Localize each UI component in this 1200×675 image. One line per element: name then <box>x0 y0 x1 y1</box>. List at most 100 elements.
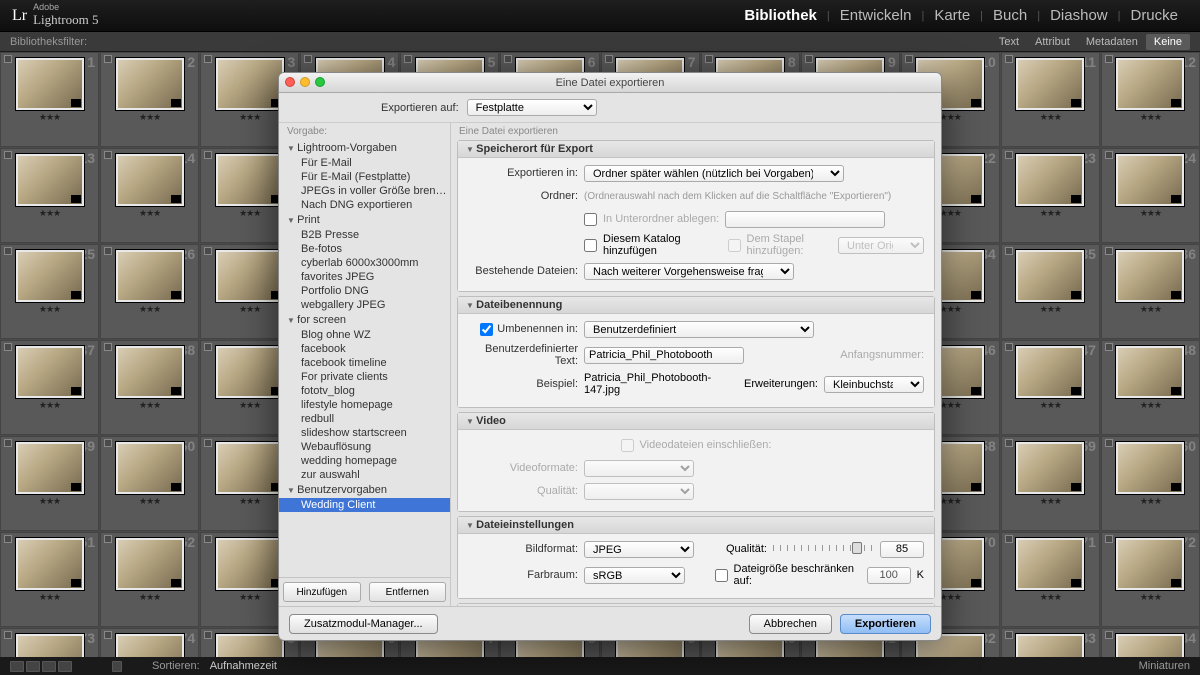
thumbnail-cell[interactable]: 49★★★ <box>0 436 99 531</box>
thumbnail-image[interactable] <box>216 442 284 494</box>
pick-flag-icon[interactable] <box>1005 631 1013 639</box>
thumbnail-cell[interactable]: 59★★★ <box>1001 436 1100 531</box>
preset-item[interactable]: cyberlab 6000x3000mm <box>279 256 450 270</box>
pick-flag-icon[interactable] <box>204 631 212 639</box>
pick-flag-icon[interactable] <box>705 55 713 63</box>
pick-flag-icon[interactable] <box>1105 247 1113 255</box>
preset-list[interactable]: Lightroom-VorgabenFür E-MailFür E-Mail (… <box>279 140 450 577</box>
pick-flag-icon[interactable] <box>4 631 12 639</box>
rename-select[interactable]: Benutzerdefiniert <box>584 321 814 338</box>
pick-flag-icon[interactable] <box>4 55 12 63</box>
rating-stars[interactable]: ★★★ <box>1140 496 1161 507</box>
rating-stars[interactable]: ★★★ <box>239 304 260 315</box>
thumbnail-cell[interactable]: 24★★★ <box>1101 148 1200 243</box>
thumbnail-cell[interactable]: 11★★★ <box>1001 52 1100 147</box>
rating-stars[interactable]: ★★★ <box>1040 400 1061 411</box>
thumbnail-cell[interactable]: 60★★★ <box>1101 436 1200 531</box>
preset-item[interactable]: Blog ohne WZ <box>279 328 450 342</box>
thumbnail-cell[interactable]: 83★★★ <box>1001 628 1100 657</box>
section-naming-header[interactable]: Dateibenennung <box>458 297 934 314</box>
pick-flag-icon[interactable] <box>1105 439 1113 447</box>
thumbnail-image[interactable] <box>216 58 284 110</box>
pick-flag-icon[interactable] <box>1105 535 1113 543</box>
preset-item[interactable]: Nach DNG exportieren <box>279 198 450 212</box>
thumbnail-image[interactable] <box>16 58 84 110</box>
rating-stars[interactable]: ★★★ <box>1040 592 1061 603</box>
rating-stars[interactable]: ★★★ <box>239 496 260 507</box>
pick-flag-icon[interactable] <box>404 55 412 63</box>
pick-flag-icon[interactable] <box>1105 55 1113 63</box>
pick-flag-icon[interactable] <box>1005 55 1013 63</box>
thumbnail-cell[interactable]: 74★★★ <box>100 628 199 657</box>
thumbnail-image[interactable] <box>1116 58 1184 110</box>
thumbnail-image[interactable] <box>216 250 284 302</box>
existing-select[interactable]: Nach weiterer Vorgehensweise fragen <box>584 263 794 280</box>
painter-icon[interactable] <box>112 661 122 672</box>
preset-group[interactable]: Benutzervorgaben <box>279 482 450 498</box>
rating-stars[interactable]: ★★★ <box>139 304 160 315</box>
rating-stars[interactable]: ★★★ <box>139 400 160 411</box>
pick-flag-icon[interactable] <box>1005 151 1013 159</box>
thumbnail-cell[interactable]: 47★★★ <box>1001 340 1100 435</box>
thumbnail-image[interactable] <box>216 634 284 657</box>
pick-flag-icon[interactable] <box>104 631 112 639</box>
thumbnail-image[interactable] <box>1116 538 1184 590</box>
rename-checkbox[interactable] <box>480 323 493 336</box>
thumbnail-image[interactable] <box>116 346 184 398</box>
preset-item[interactable]: facebook timeline <box>279 356 450 370</box>
custom-text-input[interactable] <box>584 347 744 364</box>
thumbnail-cell[interactable]: 1★★★ <box>0 52 99 147</box>
rating-stars[interactable]: ★★★ <box>39 592 60 603</box>
thumbnail-cell[interactable]: 2★★★ <box>100 52 199 147</box>
preset-item[interactable]: webgallery JPEG <box>279 298 450 312</box>
pick-flag-icon[interactable] <box>204 535 212 543</box>
preset-item[interactable]: Für E-Mail (Festplatte) <box>279 170 450 184</box>
thumbnail-image[interactable] <box>116 442 184 494</box>
preset-item[interactable]: lifestyle homepage <box>279 398 450 412</box>
preset-item[interactable]: favorites JPEG <box>279 270 450 284</box>
preset-item[interactable]: zur auswahl <box>279 468 450 482</box>
rating-stars[interactable]: ★★★ <box>139 208 160 219</box>
rating-stars[interactable]: ★★★ <box>139 496 160 507</box>
colorspace-select[interactable]: sRGB <box>584 567 685 584</box>
pick-flag-icon[interactable] <box>4 535 12 543</box>
preset-add-button[interactable]: Hinzufügen <box>283 582 361 602</box>
export-in-select[interactable]: Ordner später wählen (nützlich bei Vorga… <box>584 165 844 182</box>
rating-stars[interactable]: ★★★ <box>1140 304 1161 315</box>
thumbnail-cell[interactable]: 26★★★ <box>100 244 199 339</box>
rating-stars[interactable]: ★★★ <box>39 304 60 315</box>
thumbnail-image[interactable] <box>16 634 84 657</box>
rating-stars[interactable]: ★★★ <box>239 208 260 219</box>
thumbnail-image[interactable] <box>16 250 84 302</box>
rating-stars[interactable]: ★★★ <box>1140 592 1161 603</box>
thumbnail-image[interactable] <box>1016 154 1084 206</box>
module-tab-bibliothek[interactable]: Bibliothek <box>734 7 827 24</box>
pick-flag-icon[interactable] <box>1105 631 1113 639</box>
thumbnail-cell[interactable]: 71★★★ <box>1001 532 1100 627</box>
thumbnail-image[interactable] <box>1016 250 1084 302</box>
thumbnail-image[interactable] <box>1016 538 1084 590</box>
preset-item[interactable]: facebook <box>279 342 450 356</box>
rating-stars[interactable]: ★★★ <box>1040 304 1061 315</box>
thumbnail-cell[interactable]: 50★★★ <box>100 436 199 531</box>
pick-flag-icon[interactable] <box>304 55 312 63</box>
pick-flag-icon[interactable] <box>905 55 913 63</box>
window-controls[interactable] <box>285 77 325 87</box>
thumbnail-cell[interactable]: 36★★★ <box>1101 244 1200 339</box>
rating-stars[interactable]: ★★★ <box>1140 208 1161 219</box>
thumbnail-image[interactable] <box>1016 442 1084 494</box>
section-file-header[interactable]: Dateieinstellungen <box>458 517 934 534</box>
rating-stars[interactable]: ★★★ <box>940 304 961 315</box>
rating-stars[interactable]: ★★★ <box>940 400 961 411</box>
rating-stars[interactable]: ★★★ <box>940 208 961 219</box>
pick-flag-icon[interactable] <box>204 343 212 351</box>
thumbnail-cell[interactable]: 48★★★ <box>1101 340 1200 435</box>
rating-stars[interactable]: ★★★ <box>940 496 961 507</box>
rating-stars[interactable]: ★★★ <box>239 400 260 411</box>
thumbnail-image[interactable] <box>16 346 84 398</box>
preset-item[interactable]: For private clients <box>279 370 450 384</box>
section-location-header[interactable]: Speicherort für Export <box>458 141 934 158</box>
pick-flag-icon[interactable] <box>605 55 613 63</box>
dialog-titlebar[interactable]: Eine Datei exportieren <box>279 73 941 93</box>
preset-item[interactable]: Für E-Mail <box>279 156 450 170</box>
